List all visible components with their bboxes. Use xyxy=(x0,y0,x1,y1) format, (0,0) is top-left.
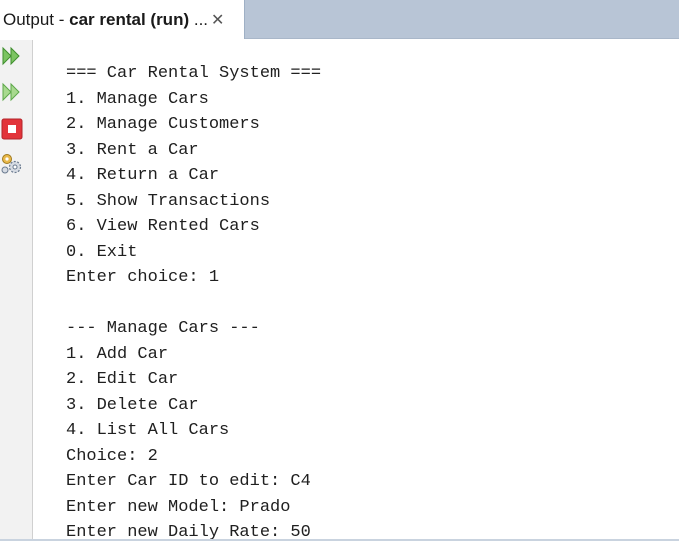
console-line: 5. Show Transactions xyxy=(66,191,271,211)
console-line: 1. Add Car xyxy=(66,344,169,364)
console-lines: === Car Rental System === 1. Manage Cars 2… xyxy=(66,61,321,539)
settings-gears-icon[interactable] xyxy=(1,153,23,175)
rerun-with-options-icon[interactable] xyxy=(1,81,23,103)
console-line: 0. Exit xyxy=(66,242,138,262)
tab-title-prefix: Output - xyxy=(3,9,70,29)
console-line: Enter Car ID to edit: C4 xyxy=(66,472,311,491)
tab-output-car-rental[interactable]: Output - car rental (run) ... ✕ xyxy=(0,0,245,39)
console-line: 4. List All Cars xyxy=(66,421,230,440)
tab-bar: Output - car rental (run) ... ✕ xyxy=(0,0,679,39)
console-line: === Car Rental System === xyxy=(66,64,322,83)
console-output[interactable]: === Car Rental System === 1. Manage Cars 2… xyxy=(34,40,679,539)
console-line: 3. Rent a Car xyxy=(66,140,199,160)
console-line: 2. Edit Car xyxy=(66,370,179,389)
tab-title: Output - car rental (run) ... xyxy=(3,10,208,30)
tab-title-name: car rental (run) xyxy=(69,9,190,29)
console-line: 3. Delete Car xyxy=(66,395,199,415)
console-line: Enter new Daily Rate: 50 xyxy=(66,523,311,539)
output-toolbar xyxy=(0,40,33,541)
close-icon[interactable]: ✕ xyxy=(211,10,224,30)
tab-title-ellipsis: ... xyxy=(189,9,209,29)
console-line: Enter choice: 1 xyxy=(66,268,220,287)
console-line: 6. View Rented Cars xyxy=(66,217,260,236)
console-line: 2. Manage Customers xyxy=(66,115,260,134)
console-line: 1. Manage Cars xyxy=(66,89,209,109)
rerun-icon[interactable] xyxy=(1,45,23,67)
console-line: Choice: 2 xyxy=(66,446,158,466)
output-window: Output - car rental (run) ... ✕ === Car … xyxy=(0,0,679,541)
console-line: Enter new Model: Prado xyxy=(66,497,291,517)
stop-icon[interactable] xyxy=(1,118,23,140)
console-line: --- Manage Cars --- xyxy=(66,319,260,338)
console-line: 4. Return a Car xyxy=(66,166,220,185)
